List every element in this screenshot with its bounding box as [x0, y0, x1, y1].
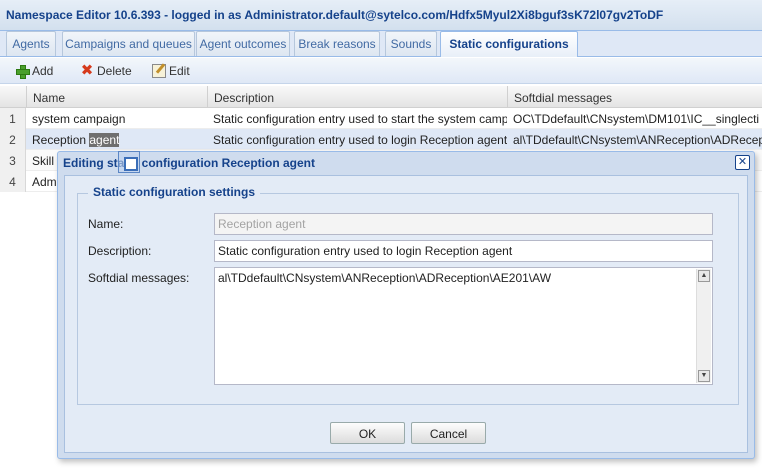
settings-fieldset: Static configuration settings Name: Rece… — [77, 185, 739, 405]
window-title: Namespace Editor 10.6.393 - logged in as… — [6, 8, 664, 22]
tab-strip: Agents Campaigns and queues Agent outcom… — [0, 31, 762, 57]
tab-break-reasons[interactable]: Break reasons — [294, 31, 380, 56]
row-number: 4 — [0, 171, 26, 192]
delete-icon: ✖ — [80, 62, 94, 79]
name-field[interactable]: Reception agent — [214, 213, 713, 235]
cancel-button[interactable]: Cancel — [411, 422, 486, 444]
edit-static-config-dialog: Editing static configuration Reception a… — [57, 151, 755, 459]
description-label: Description: — [88, 244, 152, 258]
cell-name-highlight: agent — [89, 133, 120, 147]
add-icon — [15, 64, 30, 79]
softdial-messages-text: al\TDdefault\CNsystem\ANReception\ADRece… — [218, 271, 552, 285]
name-label: Name: — [88, 217, 124, 231]
tab-static-configurations[interactable]: Static configurations — [440, 31, 578, 57]
column-header-name[interactable]: Name — [26, 86, 207, 108]
row-number: 2 — [0, 129, 26, 150]
add-button[interactable]: Add — [15, 62, 53, 80]
edit-label: Edit — [169, 64, 190, 78]
row-number: 3 — [0, 150, 26, 171]
cell-softdial: OC\TDdefault\CNsystem\DM101\IC__singlect… — [513, 112, 760, 126]
cell-softdial: al\TDdefault\CNsystem\ANReception\ADRece… — [513, 133, 762, 147]
scroll-down-icon[interactable]: ▼ — [698, 370, 710, 382]
ok-button[interactable]: OK — [330, 422, 405, 444]
scroll-up-icon[interactable]: ▲ — [698, 270, 710, 282]
tab-sounds[interactable]: Sounds — [385, 31, 437, 56]
tab-campaigns-and-queues[interactable]: Campaigns and queues — [62, 31, 195, 56]
description-field[interactable]: Static configuration entry used to login… — [214, 240, 713, 262]
grid-header: Name Description Softdial messages — [0, 86, 762, 108]
delete-label: Delete — [97, 64, 132, 78]
dialog-title: Editing static configuration Reception a… — [63, 156, 316, 170]
rownum-header — [0, 86, 26, 108]
softdial-messages-label: Softdial messages: — [88, 271, 190, 285]
column-header-description[interactable]: Description — [207, 86, 507, 108]
toolbar: Add ✖ Delete Edit — [0, 58, 762, 84]
add-label: Add — [32, 64, 54, 78]
edit-button[interactable]: Edit — [152, 62, 190, 80]
softdial-messages-textarea[interactable]: al\TDdefault\CNsystem\ANReception\ADRece… — [214, 267, 713, 385]
tab-agents[interactable]: Agents — [6, 31, 56, 56]
dialog-body: Static configuration settings Name: Rece… — [64, 175, 748, 453]
textarea-scrollbar[interactable]: ▲ ▼ — [696, 269, 711, 383]
fieldset-legend: Static configuration settings — [88, 185, 261, 199]
close-icon[interactable]: ✕ — [735, 155, 750, 170]
table-row[interactable]: 1 system campaign Static configuration e… — [0, 108, 762, 129]
dialog-header[interactable]: Editing static configuration Reception a… — [58, 152, 754, 174]
delete-button[interactable]: ✖ Delete — [80, 62, 132, 80]
cell-name: Reception agent — [26, 129, 207, 150]
row-number: 1 — [0, 108, 26, 129]
cell-name: system campaign — [32, 112, 126, 126]
cell-description: Static configuration entry used to start… — [213, 112, 507, 126]
cell-name-prefix: Reception — [32, 133, 90, 147]
table-row-selected[interactable]: 2 Reception agent Static configuration e… — [0, 129, 762, 150]
cell-description: Static configuration entry used to login… — [213, 133, 507, 147]
tab-agent-outcomes[interactable]: Agent outcomes — [196, 31, 290, 56]
window-titlebar: Namespace Editor 10.6.393 - logged in as… — [0, 0, 762, 31]
column-header-softdial-messages[interactable]: Softdial messages — [507, 86, 762, 108]
drag-handle-icon[interactable] — [118, 151, 140, 173]
edit-icon — [152, 64, 166, 78]
